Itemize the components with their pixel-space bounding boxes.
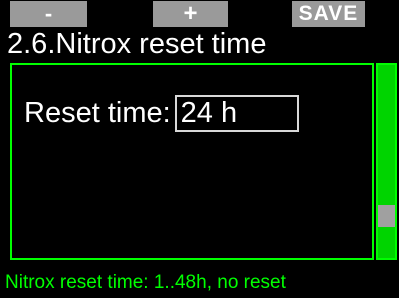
status-hint: Nitrox reset time: 1..48h, no reset bbox=[5, 272, 286, 293]
save-button[interactable]: SAVE bbox=[292, 1, 365, 27]
page-title: 2.6.Nitrox reset time bbox=[7, 28, 267, 60]
softkey-bar: - + SAVE bbox=[0, 0, 399, 29]
reset-time-row: Reset time: 24 h bbox=[24, 95, 299, 132]
scrollbar-thumb[interactable] bbox=[378, 205, 395, 227]
minus-button[interactable]: - bbox=[10, 1, 87, 27]
reset-time-label: Reset time: bbox=[24, 97, 171, 129]
reset-time-value-field[interactable]: 24 h bbox=[174, 95, 299, 132]
plus-button[interactable]: + bbox=[153, 0, 228, 27]
settings-panel: Reset time: 24 h bbox=[10, 63, 374, 260]
scrollbar[interactable] bbox=[376, 63, 397, 260]
